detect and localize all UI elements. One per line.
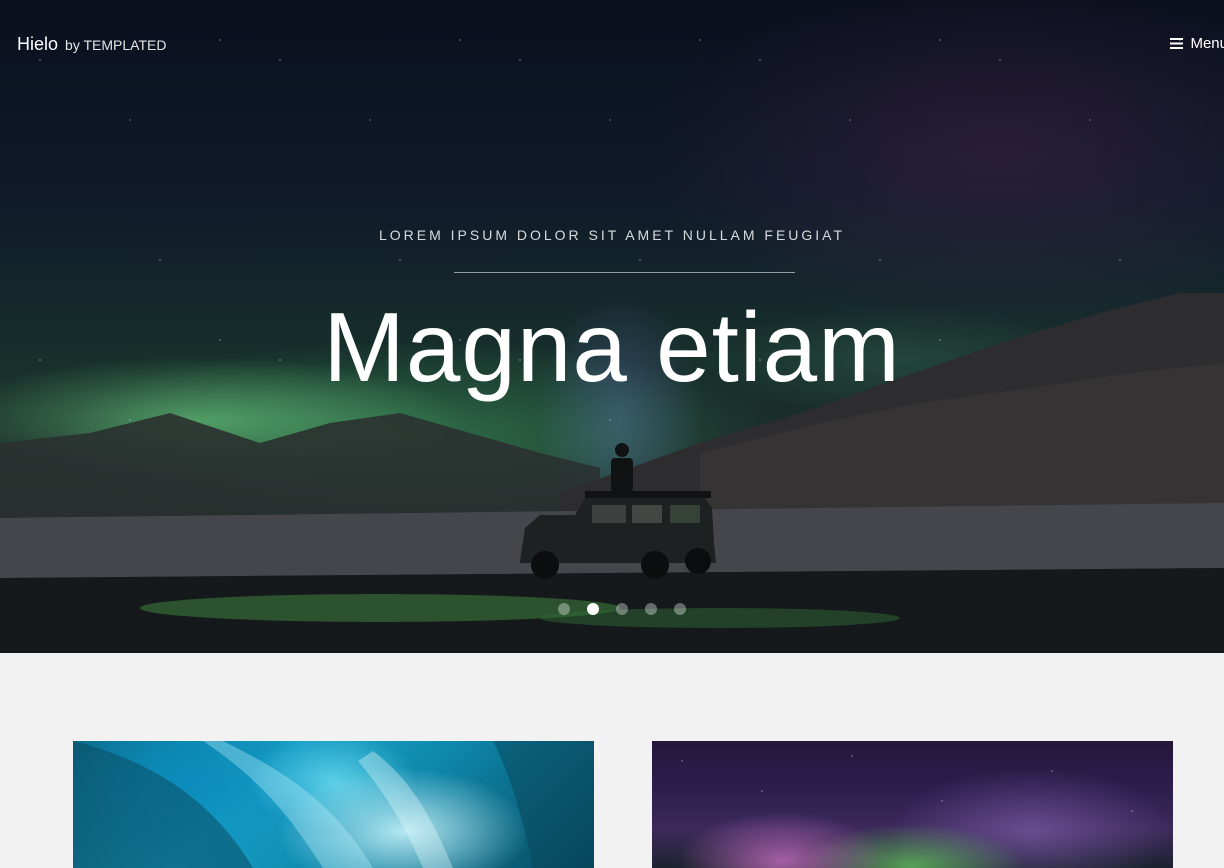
menu-button[interactable]: Menu	[1170, 35, 1224, 52]
ice-cave-image	[73, 741, 594, 868]
slide-dot[interactable]	[674, 603, 686, 615]
logo-name: Hielo	[17, 34, 59, 54]
gallery-card-ice[interactable]	[73, 741, 594, 868]
banner-headline: Magna etiam	[323, 292, 901, 402]
site-logo[interactable]: Hielo by TEMPLATED	[17, 34, 166, 55]
slide-dot[interactable]	[558, 603, 570, 615]
banner-divider	[454, 272, 795, 273]
slide-dot[interactable]	[645, 603, 657, 615]
aurora-image	[652, 741, 1173, 868]
gallery-card-aurora[interactable]	[652, 741, 1173, 868]
menu-label: Menu	[1190, 35, 1224, 52]
slide-indicators	[558, 603, 686, 615]
banner-tagline: LOREM IPSUM DOLOR SIT AMET NULLAM FEUGIA…	[378, 227, 846, 243]
bars-icon	[1170, 38, 1184, 49]
slide-dot[interactable]	[616, 603, 628, 615]
logo-byline: by TEMPLATED	[65, 37, 167, 53]
slide-dot[interactable]	[587, 603, 599, 615]
hero-banner: Hielo by TEMPLATED Menu LOREM IPSUM DOLO…	[0, 0, 1224, 653]
top-navbar: Hielo by TEMPLATED Menu	[0, 0, 1224, 90]
